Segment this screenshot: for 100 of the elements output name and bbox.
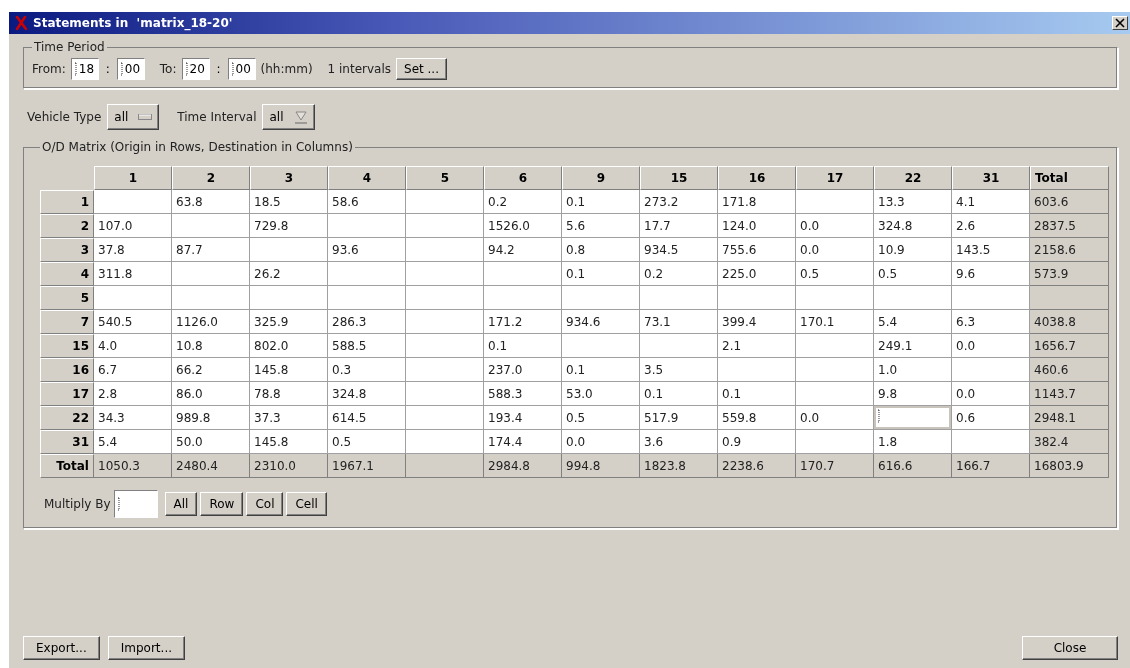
- table-cell[interactable]: [328, 214, 406, 238]
- table-cell[interactable]: 124.0: [718, 214, 796, 238]
- table-cell[interactable]: 37.8: [94, 238, 172, 262]
- table-cell[interactable]: 145.8: [250, 358, 328, 382]
- table-cell[interactable]: 0.9: [718, 430, 796, 454]
- table-cell[interactable]: 0.2: [640, 262, 718, 286]
- row-header[interactable]: 3: [40, 238, 94, 262]
- table-cell[interactable]: 171.2: [484, 310, 562, 334]
- table-cell[interactable]: 0.1: [562, 262, 640, 286]
- table-cell[interactable]: 934.5: [640, 238, 718, 262]
- table-cell[interactable]: [406, 382, 484, 406]
- table-cell[interactable]: 0.0: [952, 382, 1030, 406]
- table-cell[interactable]: [406, 238, 484, 262]
- table-cell[interactable]: 2.1: [718, 334, 796, 358]
- table-cell[interactable]: 0.0: [796, 238, 874, 262]
- table-cell[interactable]: 588.3: [484, 382, 562, 406]
- table-cell[interactable]: [796, 358, 874, 382]
- table-cell[interactable]: [952, 286, 1030, 310]
- table-cell[interactable]: [796, 286, 874, 310]
- multiply-button[interactable]: Row: [200, 492, 244, 516]
- table-cell[interactable]: 143.5: [952, 238, 1030, 262]
- set-button[interactable]: Set ...: [396, 58, 447, 80]
- table-cell[interactable]: 2.8: [94, 382, 172, 406]
- row-header[interactable]: 31: [40, 430, 94, 454]
- column-header[interactable]: 3: [250, 166, 328, 190]
- row-header[interactable]: 17: [40, 382, 94, 406]
- table-cell[interactable]: 13.3: [874, 190, 952, 214]
- text-field[interactable]: [113, 490, 158, 518]
- table-cell[interactable]: 0.1: [718, 382, 796, 406]
- table-cell[interactable]: [796, 190, 874, 214]
- table-cell[interactable]: 5.4: [94, 430, 172, 454]
- table-cell[interactable]: 73.1: [640, 310, 718, 334]
- column-header[interactable]: 17: [796, 166, 874, 190]
- table-cell[interactable]: [328, 286, 406, 310]
- table-cell[interactable]: 614.5: [328, 406, 406, 430]
- table-cell[interactable]: [406, 430, 484, 454]
- table-cell[interactable]: [250, 238, 328, 262]
- column-header[interactable]: Total: [1030, 166, 1109, 190]
- table-cell[interactable]: [640, 334, 718, 358]
- multiply-button[interactable]: Col: [246, 492, 284, 516]
- table-cell[interactable]: 78.8: [250, 382, 328, 406]
- column-header[interactable]: 16: [718, 166, 796, 190]
- table-cell[interactable]: [406, 262, 484, 286]
- table-cell[interactable]: 3.5: [640, 358, 718, 382]
- table-cell[interactable]: 325.9: [250, 310, 328, 334]
- column-header[interactable]: 31: [952, 166, 1030, 190]
- table-cell[interactable]: 193.4: [484, 406, 562, 430]
- table-cell[interactable]: 0.0: [562, 430, 640, 454]
- table-cell[interactable]: [562, 286, 640, 310]
- table-cell[interactable]: 225.0: [718, 262, 796, 286]
- row-header[interactable]: 16: [40, 358, 94, 382]
- table-cell[interactable]: 0.0: [796, 406, 874, 430]
- table-cell[interactable]: 249.1: [874, 334, 952, 358]
- dropdown-button[interactable]: all: [262, 104, 315, 130]
- table-cell[interactable]: 3.6: [640, 430, 718, 454]
- table-cell[interactable]: [94, 286, 172, 310]
- table-cell[interactable]: [874, 286, 952, 310]
- table-cell[interactable]: [406, 286, 484, 310]
- column-header[interactable]: 1: [94, 166, 172, 190]
- table-cell[interactable]: 58.6: [328, 190, 406, 214]
- table-cell[interactable]: 34.3: [94, 406, 172, 430]
- table-cell[interactable]: 1.8: [874, 430, 952, 454]
- table-cell[interactable]: [406, 190, 484, 214]
- table-cell[interactable]: 729.8: [250, 214, 328, 238]
- table-cell[interactable]: 9.8: [874, 382, 952, 406]
- table-cell[interactable]: 174.4: [484, 430, 562, 454]
- row-header[interactable]: 5: [40, 286, 94, 310]
- table-cell[interactable]: [484, 262, 562, 286]
- table-cell[interactable]: [562, 334, 640, 358]
- multiply-button[interactable]: All: [164, 492, 198, 516]
- table-cell[interactable]: 2.6: [952, 214, 1030, 238]
- table-cell[interactable]: 399.4: [718, 310, 796, 334]
- table-cell[interactable]: 1526.0: [484, 214, 562, 238]
- row-header[interactable]: 4: [40, 262, 94, 286]
- table-cell[interactable]: [94, 190, 172, 214]
- table-cell[interactable]: 87.7: [172, 238, 250, 262]
- dropdown-button[interactable]: all: [107, 104, 160, 130]
- table-cell[interactable]: [172, 262, 250, 286]
- row-header[interactable]: 1: [40, 190, 94, 214]
- close-button[interactable]: [1112, 16, 1128, 30]
- column-header[interactable]: 9: [562, 166, 640, 190]
- table-cell[interactable]: 517.9: [640, 406, 718, 430]
- table-cell[interactable]: 10.9: [874, 238, 952, 262]
- table-cell[interactable]: [328, 262, 406, 286]
- table-cell[interactable]: 26.2: [250, 262, 328, 286]
- table-cell[interactable]: 4.0: [94, 334, 172, 358]
- table-cell[interactable]: [406, 310, 484, 334]
- table-cell[interactable]: 540.5: [94, 310, 172, 334]
- table-cell[interactable]: 5.6: [562, 214, 640, 238]
- column-header[interactable]: 5: [406, 166, 484, 190]
- footer-button[interactable]: Export...: [23, 636, 100, 660]
- table-cell[interactable]: [796, 334, 874, 358]
- table-cell[interactable]: 145.8: [250, 430, 328, 454]
- footer-button[interactable]: Import...: [107, 636, 185, 660]
- table-cell[interactable]: 6.7: [94, 358, 172, 382]
- table-cell[interactable]: 0.2: [484, 190, 562, 214]
- table-cell[interactable]: 0.6: [952, 406, 1030, 430]
- table-cell[interactable]: 0.1: [484, 334, 562, 358]
- table-cell[interactable]: 0.5: [796, 262, 874, 286]
- table-cell[interactable]: 0.0: [796, 214, 874, 238]
